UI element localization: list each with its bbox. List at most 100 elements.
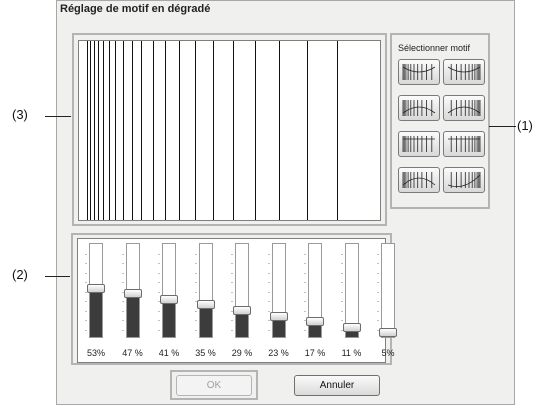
slider-tick: [340, 301, 343, 302]
motif-3-button[interactable]: [398, 95, 440, 121]
preview-line: [306, 41, 308, 220]
slider-thumb[interactable]: [123, 289, 142, 299]
dialog-title: Réglage de motif en dégradé: [60, 3, 211, 15]
preview-line: [131, 41, 133, 220]
slider-tick: [340, 282, 343, 283]
slider-thumb[interactable]: [306, 317, 324, 327]
motif-7-button[interactable]: [398, 167, 440, 193]
slider-tick: [377, 320, 379, 321]
slider-tick: [121, 263, 124, 264]
slider-tick: [267, 272, 270, 274]
slider-tick: [85, 282, 87, 283]
slider-thumb[interactable]: [160, 294, 178, 304]
slider-tick: [121, 301, 124, 302]
preview-line: [108, 41, 110, 220]
slider-percent-label: 35 %: [195, 348, 216, 358]
slider-thumb[interactable]: [87, 283, 105, 293]
slider-tick: [377, 263, 379, 264]
slider-thumb[interactable]: [196, 300, 215, 310]
slider-tick: [267, 282, 270, 283]
slider-thumb[interactable]: [269, 311, 288, 321]
slider-tick: [304, 329, 306, 331]
preview-line: [195, 41, 197, 220]
slider-tick: [231, 291, 233, 293]
slider-tick: [231, 301, 233, 302]
callout-3: (3): [12, 107, 28, 122]
motif-4-button[interactable]: [443, 95, 485, 121]
slider-tick: [340, 320, 343, 321]
slider-tick: [85, 272, 87, 274]
cancel-button[interactable]: Annuler: [294, 375, 380, 396]
preview-line: [279, 41, 281, 220]
slider-track: [267, 243, 286, 338]
slider-tick: [158, 310, 160, 312]
slider-tick: [231, 320, 233, 321]
slider-fill: [126, 293, 139, 337]
slider-percent-label: 5%: [381, 348, 395, 358]
preview-line: [102, 41, 104, 220]
slider-percent-label: 17 %: [304, 348, 326, 358]
slider-tick: [267, 310, 270, 312]
preview-line: [87, 41, 88, 220]
slider-tick: [304, 301, 306, 302]
preview-line: [93, 41, 95, 220]
slider-tick: [121, 272, 124, 274]
slider-tick: [121, 253, 124, 255]
slider-tick: [85, 320, 87, 321]
slider-tick: [340, 263, 343, 264]
motif-2-button[interactable]: [443, 59, 485, 85]
slider-tick: [121, 320, 124, 321]
slider-tick: [304, 253, 306, 255]
slider-tick: [377, 310, 379, 312]
slider-tick: [340, 253, 343, 255]
slider-thumb[interactable]: [379, 328, 397, 338]
slider-tick: [85, 253, 87, 255]
slider-thumb[interactable]: [342, 322, 361, 332]
ok-button[interactable]: OK: [176, 375, 252, 396]
slider-tick: [267, 253, 270, 255]
slider-tick: [267, 301, 270, 302]
slider-tick: [304, 291, 306, 293]
slider-tick: [340, 310, 343, 312]
preview-line: [165, 41, 167, 220]
slider-tick: [158, 263, 160, 264]
preview-line: [90, 41, 91, 220]
slider-thumb[interactable]: [233, 306, 251, 316]
callout-2: (2): [12, 267, 28, 282]
motif-6-button[interactable]: [443, 131, 485, 157]
preview-line: [179, 41, 181, 220]
slider-tick: [121, 310, 124, 312]
line-pattern-icon: [448, 136, 481, 152]
slider-tick: [194, 320, 197, 321]
slider-tick: [231, 329, 233, 331]
slider-percent-label: 41 %: [158, 348, 180, 358]
slider-track: [231, 243, 249, 338]
slider-percent-label: 23 %: [268, 348, 289, 358]
preview-line: [152, 41, 154, 220]
slider-tick: [231, 263, 233, 264]
slider-tick: [377, 272, 379, 274]
slider-tick: [194, 263, 197, 264]
slider-tick: [158, 272, 160, 274]
slider-tick: [304, 310, 306, 312]
preview-line: [141, 41, 143, 220]
motif-8-button[interactable]: [443, 167, 485, 193]
line-pattern-icon: [402, 136, 435, 152]
motif-5-button[interactable]: [398, 131, 440, 157]
slider-percent-label: 47 %: [122, 348, 143, 358]
slider-tick: [158, 282, 160, 283]
slider-percent-label: 53%: [86, 348, 105, 358]
slider-tick: [340, 291, 343, 293]
slider-tick: [340, 272, 343, 274]
slider-tick: [85, 263, 87, 264]
line-pattern-icon: [402, 64, 436, 80]
slider-fill: [90, 287, 102, 337]
slider-tick: [194, 282, 197, 283]
line-pattern-icon: [447, 172, 481, 188]
slider-tick: [85, 329, 87, 331]
slider-tick: [194, 253, 197, 255]
preview-line: [115, 41, 117, 220]
motif-1-button[interactable]: [398, 59, 440, 85]
gradient-sliders: 53% 47 % 41 % 35 % 29 % 23 % 17 % 11 % 5%: [77, 238, 397, 363]
slider-tick: [304, 272, 306, 274]
